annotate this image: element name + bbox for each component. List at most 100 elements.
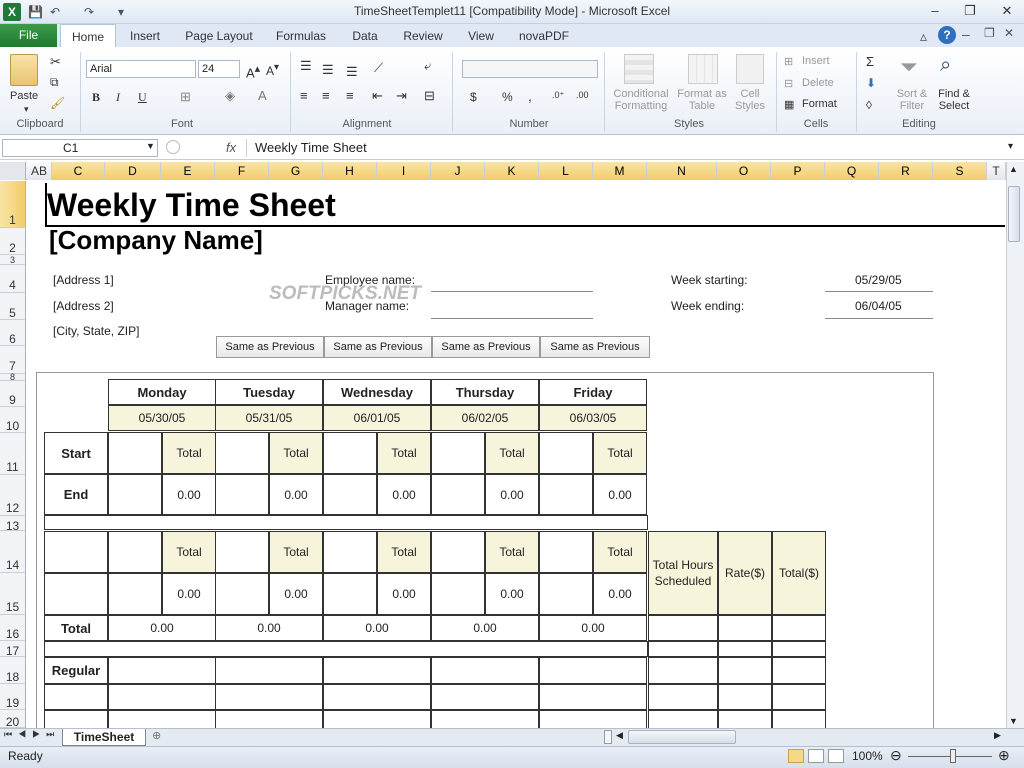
insert-function-icon[interactable]: fx bbox=[226, 140, 236, 155]
tab-split-handle[interactable] bbox=[604, 730, 612, 744]
city-state-zip[interactable]: [City, State, ZIP] bbox=[53, 324, 139, 338]
summary-cell[interactable] bbox=[718, 684, 772, 710]
end-cell[interactable] bbox=[215, 573, 269, 615]
total-label-cell[interactable]: Total bbox=[269, 432, 323, 474]
cell-styles-icon[interactable] bbox=[736, 54, 764, 84]
row-header[interactable]: 17 bbox=[0, 641, 26, 657]
label-cell[interactable] bbox=[44, 573, 108, 615]
end-cell[interactable] bbox=[539, 573, 593, 615]
column-header[interactable]: Q bbox=[825, 162, 879, 180]
regular-cell[interactable] bbox=[108, 684, 216, 710]
start-cell[interactable] bbox=[431, 432, 485, 474]
row-header[interactable]: 16 bbox=[0, 615, 26, 641]
total-label-cell[interactable]: Total bbox=[269, 531, 323, 573]
total-value-cell[interactable]: 0.00 bbox=[162, 573, 216, 615]
total-value-cell[interactable]: 0.00 bbox=[162, 474, 216, 515]
font-size-combo[interactable]: 24 bbox=[198, 60, 240, 78]
summary-cell[interactable] bbox=[648, 684, 718, 710]
total-label-cell[interactable]: Total bbox=[377, 432, 431, 474]
page-layout-view-icon[interactable] bbox=[808, 749, 824, 763]
minimize-button[interactable]: – bbox=[922, 2, 948, 20]
percent-button[interactable]: % bbox=[502, 90, 513, 104]
end-cell[interactable] bbox=[323, 474, 377, 515]
select-all-corner[interactable] bbox=[0, 162, 26, 180]
insert-cells-button[interactable]: Insert bbox=[802, 55, 830, 67]
currency-button[interactable]: $ bbox=[470, 90, 477, 104]
total-dollar-header[interactable]: Total($) bbox=[772, 531, 826, 615]
row-header[interactable]: 6 bbox=[0, 320, 26, 346]
row-header[interactable]: 11 bbox=[0, 433, 26, 475]
insert-cells-icon[interactable]: ⊞ bbox=[784, 55, 793, 68]
copy-icon[interactable]: ⧉ bbox=[50, 75, 59, 90]
regular-cell[interactable] bbox=[323, 684, 431, 710]
summary-cell[interactable] bbox=[648, 710, 718, 728]
paste-button[interactable]: Paste bbox=[10, 90, 38, 102]
day-header[interactable]: Friday bbox=[539, 379, 647, 405]
regular-cell[interactable] bbox=[108, 657, 216, 684]
week-starting-value[interactable]: 05/29/05 bbox=[855, 273, 902, 287]
page-break-view-icon[interactable] bbox=[828, 749, 844, 763]
total-value-cell[interactable]: 0.00 bbox=[377, 474, 431, 515]
workbook-close-icon[interactable]: ✕ bbox=[1004, 26, 1014, 40]
total-row-label[interactable]: Total bbox=[44, 615, 108, 641]
day-header[interactable]: Tuesday bbox=[215, 379, 323, 405]
scroll-right-icon[interactable]: ▶ bbox=[994, 730, 1001, 741]
row-header[interactable]: 1 bbox=[0, 181, 26, 228]
align-top-icon[interactable]: ☰ bbox=[300, 58, 312, 74]
regular-cell[interactable] bbox=[215, 657, 323, 684]
grow-font-icon[interactable]: A▴ bbox=[246, 62, 260, 80]
clear-icon[interactable]: ◊ bbox=[866, 98, 872, 112]
dollar-total-cell[interactable] bbox=[772, 615, 826, 641]
column-header[interactable]: AB bbox=[27, 162, 52, 180]
label-cell[interactable] bbox=[44, 710, 108, 728]
column-header[interactable]: R bbox=[879, 162, 933, 180]
day-total-cell[interactable]: 0.00 bbox=[539, 615, 647, 641]
row-header[interactable]: 7 bbox=[0, 346, 26, 374]
summary-cell[interactable] bbox=[648, 641, 718, 657]
total-value-cell[interactable]: 0.00 bbox=[593, 474, 647, 515]
day-header[interactable]: Wednesday bbox=[323, 379, 431, 405]
paste-dropdown-icon[interactable]: ▾ bbox=[24, 104, 29, 115]
binoculars-icon[interactable]: ⌕ bbox=[940, 54, 951, 77]
regular-cell[interactable] bbox=[215, 710, 323, 728]
align-center-icon[interactable]: ≡ bbox=[322, 88, 330, 103]
summary-cell[interactable] bbox=[718, 657, 772, 684]
end-cell[interactable] bbox=[431, 573, 485, 615]
format-painter-icon[interactable]: 🖌 bbox=[50, 96, 65, 110]
column-header[interactable]: S bbox=[933, 162, 987, 180]
row-header[interactable]: 19 bbox=[0, 684, 26, 710]
total-value-cell[interactable]: 0.00 bbox=[269, 573, 323, 615]
tab-insert[interactable]: Insert bbox=[120, 24, 170, 48]
increase-indent-icon[interactable]: ⇥ bbox=[396, 88, 407, 104]
expand-formula-icon[interactable]: ▾ bbox=[1008, 141, 1013, 152]
name-box-dropdown-icon[interactable]: ▼ bbox=[146, 141, 155, 151]
row-header[interactable]: 4 bbox=[0, 265, 26, 293]
align-bottom-icon[interactable]: ☰ bbox=[346, 64, 358, 80]
font-color-icon[interactable]: A bbox=[258, 88, 267, 103]
end-cell[interactable] bbox=[108, 573, 162, 615]
total-label-cell[interactable]: Total bbox=[485, 531, 539, 573]
column-header[interactable]: H bbox=[323, 162, 377, 180]
day-date[interactable]: 06/01/05 bbox=[323, 405, 431, 431]
sort-filter-button[interactable]: Sort & Filter bbox=[894, 88, 930, 112]
bold-button[interactable]: B bbox=[92, 90, 100, 105]
same-as-previous-button[interactable]: Same as Previous bbox=[324, 336, 432, 358]
name-box[interactable]: C1 bbox=[2, 139, 158, 157]
column-header[interactable]: L bbox=[539, 162, 593, 180]
same-as-previous-button[interactable]: Same as Previous bbox=[216, 336, 324, 358]
formula-input[interactable]: Weekly Time Sheet bbox=[246, 139, 1006, 157]
end-cell[interactable] bbox=[431, 474, 485, 515]
align-right-icon[interactable]: ≡ bbox=[346, 88, 354, 103]
start-cell[interactable] bbox=[431, 531, 485, 573]
row-header[interactable]: 20 bbox=[0, 710, 26, 728]
summary-cell[interactable] bbox=[772, 657, 826, 684]
total-label-cell[interactable]: Total bbox=[162, 432, 216, 474]
start-cell[interactable] bbox=[323, 432, 377, 474]
row-header[interactable]: 9 bbox=[0, 381, 26, 407]
day-total-cell[interactable]: 0.00 bbox=[215, 615, 323, 641]
column-header[interactable]: F bbox=[215, 162, 269, 180]
total-value-cell[interactable]: 0.00 bbox=[485, 573, 539, 615]
fill-color-icon[interactable]: ◈ bbox=[225, 88, 235, 104]
tab-page-layout[interactable]: Page Layout bbox=[178, 24, 260, 48]
find-select-button[interactable]: Find & Select bbox=[934, 88, 974, 112]
